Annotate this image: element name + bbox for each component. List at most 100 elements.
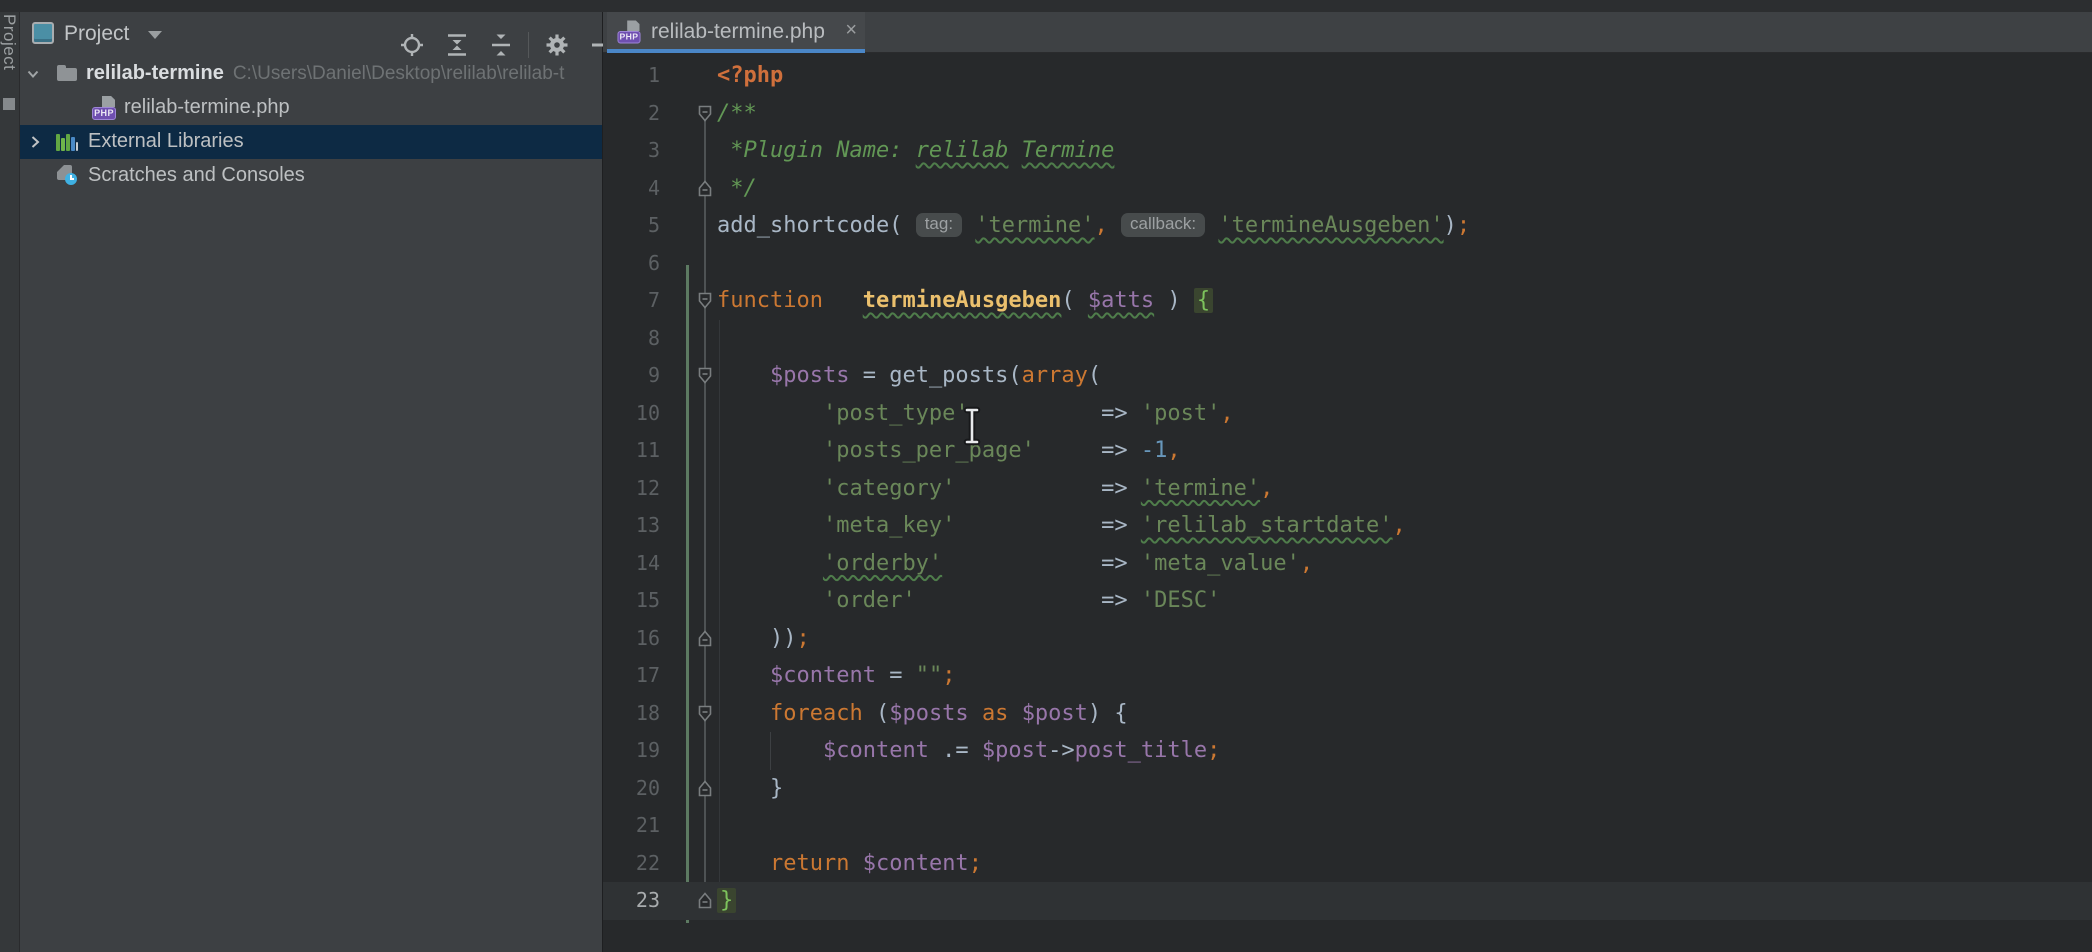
line-number: 11 — [603, 432, 660, 470]
code-line[interactable]: 18 foreach ($posts as $post) { — [603, 695, 2092, 733]
code-text[interactable]: *Plugin Name: relilab Termine — [717, 132, 1114, 170]
code-line[interactable]: 23} — [603, 882, 2092, 920]
line-number: 7 — [603, 282, 660, 320]
tab-relilab-termine-php[interactable]: PHP relilab-termine.php × — [607, 12, 865, 53]
code-line[interactable]: 2/** — [603, 95, 2092, 133]
code-line[interactable]: 7 function termineAusgeben( $atts ) { — [603, 282, 2092, 320]
settings-gear-icon[interactable] — [543, 31, 571, 59]
code-text[interactable]: $content = ""; — [717, 657, 955, 695]
code-line[interactable]: 21 — [603, 807, 2092, 845]
code-text[interactable]: 'order' => 'DESC' — [717, 582, 1220, 620]
code-text[interactable]: function termineAusgeben( $atts ) { — [717, 282, 1213, 320]
line-number: 21 — [603, 807, 660, 845]
scratches-icon — [56, 163, 80, 187]
code-text[interactable]: 'orderby' => 'meta_value', — [717, 545, 1313, 583]
code-text[interactable]: $content .= $post->post_title; — [717, 732, 1220, 770]
code-line[interactable]: 20 } — [603, 770, 2092, 808]
code-line[interactable]: 14 'orderby' => 'meta_value', — [603, 545, 2092, 583]
line-number: 16 — [603, 620, 660, 658]
chevron-down-icon[interactable] — [148, 31, 162, 39]
fold-collapse-icon[interactable] — [698, 105, 712, 122]
code-line[interactable]: 1<?php — [603, 57, 2092, 95]
toolbar-divider — [528, 32, 529, 58]
project-panel: Project — [20, 12, 602, 952]
tab-label: relilab-termine.php — [651, 20, 825, 44]
code-line[interactable]: 11 'posts_per_page' => -1, — [603, 432, 2092, 470]
phpstorm-window: { "left_toolbar": { "label": "Project" }… — [0, 0, 2092, 952]
locate-file-icon[interactable] — [398, 31, 426, 59]
tree-row-external-libraries[interactable]: External Libraries — [20, 125, 602, 159]
fold-collapse-icon[interactable] — [698, 292, 712, 309]
code-line[interactable]: 8 — [603, 320, 2092, 358]
code-line[interactable]: 15 'order' => 'DESC' — [603, 582, 2092, 620]
line-number: 14 — [603, 545, 660, 583]
code-line[interactable]: 9 $posts = get_posts(array( — [603, 357, 2092, 395]
code-line[interactable]: 3 *Plugin Name: relilab Termine — [603, 132, 2092, 170]
code-text[interactable]: } — [717, 882, 736, 920]
fold-end-icon[interactable] — [698, 780, 712, 797]
code-line[interactable]: 22 return $content; — [603, 845, 2092, 883]
fold-collapse-icon[interactable] — [698, 367, 712, 384]
line-number: 3 — [603, 132, 660, 170]
close-icon[interactable]: × — [845, 19, 857, 42]
code-line[interactable]: 19 $content .= $post->post_title; — [603, 732, 2092, 770]
code-text[interactable]: } — [717, 770, 783, 808]
toolwindow-stripe-icon[interactable] — [3, 98, 15, 110]
code-text[interactable]: 'posts_per_page' => -1, — [717, 432, 1181, 470]
code-text[interactable]: foreach ($posts as $post) { — [717, 695, 1128, 733]
library-icon — [56, 131, 80, 153]
code-rows: 1<?php2/**3 *Plugin Name: relilab Termin… — [603, 57, 2092, 920]
code-text[interactable]: return $content; — [717, 845, 982, 883]
code-text[interactable]: $posts = get_posts(array( — [717, 357, 1101, 395]
chevron-down-icon[interactable] — [25, 66, 41, 82]
fold-end-icon[interactable] — [698, 892, 712, 909]
code-line[interactable]: 5add_shortcode( tag: 'termine', callback… — [603, 207, 2092, 245]
code-text[interactable]: add_shortcode( tag: 'termine', callback:… — [717, 207, 1470, 245]
tree-item-label: Scratches and Consoles — [88, 164, 305, 187]
code-line[interactable]: 4 */ — [603, 170, 2092, 208]
code-line[interactable]: 6 — [603, 245, 2092, 283]
code-text[interactable]: <?php — [717, 57, 783, 95]
fold-end-icon[interactable] — [698, 180, 712, 197]
code-line[interactable]: 12 'category' => 'termine', — [603, 470, 2092, 508]
code-editor[interactable]: 1<?php2/**3 *Plugin Name: relilab Termin… — [603, 53, 2092, 952]
code-text[interactable]: */ — [717, 170, 757, 208]
expand-all-icon[interactable] — [443, 31, 471, 59]
code-line[interactable]: 17 $content = ""; — [603, 657, 2092, 695]
line-number: 13 — [603, 507, 660, 545]
code-line[interactable]: 13 'meta_key' => 'relilab_startdate', — [603, 507, 2092, 545]
code-line[interactable]: 16 )); — [603, 620, 2092, 658]
code-text[interactable]: 'category' => 'termine', — [717, 470, 1273, 508]
tree-item-label: relilab-termineC:\Users\Daniel\Desktop\r… — [86, 62, 564, 85]
tree-row-scratches[interactable]: Scratches and Consoles — [20, 159, 602, 193]
window-top-strip — [0, 0, 2092, 12]
fold-collapse-icon[interactable] — [698, 705, 712, 722]
code-text[interactable]: )); — [717, 620, 810, 658]
editor-tab-bar: PHP relilab-termine.php × — [603, 12, 2092, 53]
project-panel-header: Project — [20, 12, 602, 56]
fold-end-icon[interactable] — [698, 630, 712, 647]
chevron-right-icon[interactable] — [27, 134, 43, 150]
tree-item-label: relilab-termine.php — [124, 96, 290, 119]
line-number: 22 — [603, 845, 660, 883]
tree-item-label: External Libraries — [88, 130, 244, 153]
project-view-icon — [32, 22, 54, 44]
project-toolwindow-stripe-button[interactable]: Project — [0, 14, 19, 70]
collapse-all-icon[interactable] — [487, 31, 515, 59]
line-number: 8 — [603, 320, 660, 358]
code-line[interactable]: 10 'post_type' => 'post', — [603, 395, 2092, 433]
php-file-icon: PHP — [617, 20, 640, 43]
line-number: 9 — [603, 357, 660, 395]
tree-row-php-file[interactable]: PHP relilab-termine.php — [20, 91, 602, 125]
line-number: 10 — [603, 395, 660, 433]
tree-row-project-root[interactable]: relilab-termineC:\Users\Daniel\Desktop\r… — [20, 57, 602, 91]
code-text[interactable]: 'post_type' => 'post', — [717, 395, 1234, 433]
folder-icon — [56, 62, 78, 84]
line-number: 18 — [603, 695, 660, 733]
line-number: 4 — [603, 170, 660, 208]
code-text[interactable]: /** — [717, 95, 757, 133]
project-panel-title: Project — [64, 22, 129, 46]
line-number: 17 — [603, 657, 660, 695]
line-number: 20 — [603, 770, 660, 808]
code-text[interactable]: 'meta_key' => 'relilab_startdate', — [717, 507, 1406, 545]
